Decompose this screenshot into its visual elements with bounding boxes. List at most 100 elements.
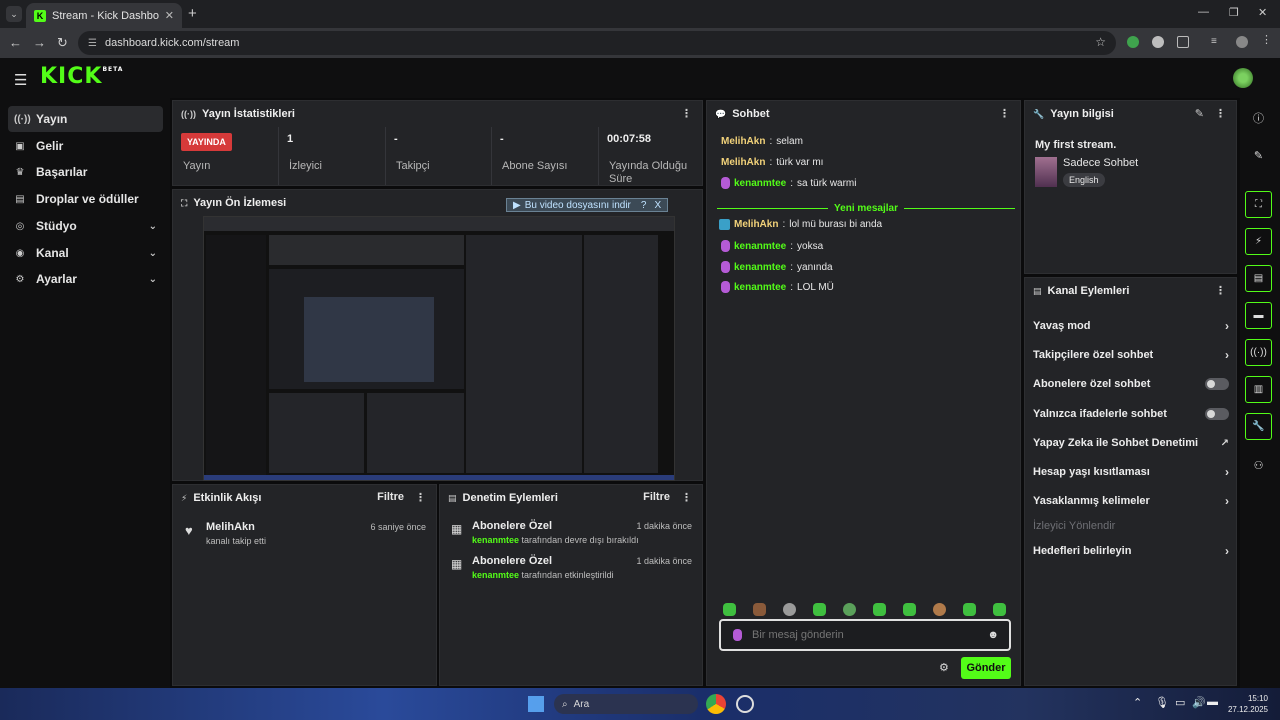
bookmark-star-icon[interactable]: ☆ bbox=[1095, 35, 1106, 49]
more-options-icon[interactable]: ⋮ bbox=[1215, 284, 1226, 297]
chat-username[interactable]: kenanmtee bbox=[734, 282, 786, 293]
taskbar-clock[interactable]: 15:10 27.12.2025 bbox=[1228, 693, 1268, 715]
chat-username[interactable]: MelihAkn bbox=[734, 219, 778, 230]
emote-icon[interactable] bbox=[873, 603, 886, 616]
sidebar-item-kanal[interactable]: ◉ Kanal ⌄ bbox=[8, 240, 163, 266]
sidebar-item-gelir[interactable]: ▣ Gelir bbox=[8, 133, 163, 159]
broadcast-button[interactable]: ((·)) bbox=[1245, 339, 1272, 366]
sidebar-item-studyo[interactable]: ◎ Stüdyo ⌄ bbox=[8, 213, 163, 239]
maximize-icon[interactable]: ❐ bbox=[1229, 6, 1239, 19]
more-options-icon[interactable]: ⋮ bbox=[681, 491, 692, 504]
extension-icon[interactable] bbox=[1127, 36, 1139, 48]
action-followers-only[interactable]: Takipçilere özel sohbet › bbox=[1033, 345, 1229, 365]
obs-icon[interactable] bbox=[736, 695, 754, 713]
chat-username[interactable]: kenanmtee bbox=[734, 241, 786, 252]
channel-actions-panel: ▤ Kanal Eylemleri ⋮ Yavaş mod › Takipçil… bbox=[1024, 277, 1237, 686]
channel-icon: ◉ bbox=[15, 247, 25, 259]
subscribers-only-toggle[interactable] bbox=[1205, 378, 1229, 390]
back-icon[interactable]: ← bbox=[9, 35, 22, 50]
emote-icon[interactable] bbox=[843, 603, 856, 616]
chat-username[interactable]: MelihAkn bbox=[721, 157, 765, 168]
emote-icon[interactable] bbox=[723, 603, 736, 616]
emote-only-toggle[interactable] bbox=[1205, 408, 1229, 420]
emote-icon[interactable] bbox=[933, 603, 946, 616]
chat-button[interactable]: ▬ bbox=[1245, 302, 1272, 329]
quick-actions-rail: ⓘ ✎ ⛶ ⚡ ▤ ▬ ((·)) ▥ 🔧 ⚇ bbox=[1240, 98, 1280, 688]
taskbar-search[interactable]: ⌕ Ara bbox=[554, 694, 698, 714]
chat-username[interactable]: MelihAkn bbox=[721, 136, 765, 147]
filter-button[interactable]: Filtre bbox=[377, 491, 404, 503]
send-button[interactable]: Gönder bbox=[961, 657, 1011, 679]
more-options-icon[interactable]: ⋮ bbox=[1215, 107, 1226, 120]
network-icon[interactable]: ▭ bbox=[1175, 696, 1185, 709]
emote-icon[interactable] bbox=[903, 603, 916, 616]
reload-icon[interactable]: ↻ bbox=[57, 35, 68, 51]
forward-icon[interactable]: → bbox=[33, 35, 46, 50]
action-banned-words[interactable]: Yasaklanmış kelimeler › bbox=[1033, 491, 1229, 511]
tab-search-icon[interactable]: ⌄ bbox=[6, 6, 22, 22]
kick-logo[interactable]: KICKBETA bbox=[40, 64, 123, 89]
profile-icon[interactable] bbox=[1236, 36, 1248, 48]
lightning-button[interactable]: ⚡ bbox=[1245, 228, 1272, 255]
gear-icon[interactable]: ⚙ bbox=[939, 661, 949, 674]
connections-icon[interactable]: ⚇ bbox=[1245, 455, 1272, 475]
emote-icon[interactable] bbox=[963, 603, 976, 616]
action-ai-moderation[interactable]: Yapay Zeka ile Sohbet Denetimi ↗ bbox=[1033, 433, 1229, 453]
chat-username[interactable]: kenanmtee bbox=[734, 262, 786, 273]
mic-icon[interactable]: 🎙 bbox=[1155, 696, 1169, 709]
more-options-icon[interactable]: ⋮ bbox=[415, 491, 426, 504]
chrome-icon[interactable] bbox=[706, 694, 726, 714]
sidebar-item-droplar[interactable]: ▤ Droplar ve ödüller bbox=[8, 186, 163, 212]
chat-input[interactable] bbox=[752, 629, 972, 641]
chat-username[interactable]: kenanmtee bbox=[734, 178, 786, 189]
filter-button[interactable]: Filtre bbox=[643, 491, 670, 503]
more-options-icon[interactable]: ⋮ bbox=[999, 107, 1010, 120]
layout-button[interactable]: ▥ bbox=[1245, 376, 1272, 403]
menu-icon[interactable]: ☰ bbox=[14, 71, 27, 89]
wrench-button[interactable]: 🔧 bbox=[1245, 413, 1272, 440]
new-tab-icon[interactable]: + bbox=[188, 5, 197, 22]
browser-menu-icon[interactable]: ⋮ bbox=[1261, 33, 1273, 46]
action-slow-mode[interactable]: Yavaş mod › bbox=[1033, 316, 1229, 336]
action-account-age[interactable]: Hesap yaşı kısıtlaması › bbox=[1033, 462, 1229, 482]
battery-icon[interactable]: ▬ bbox=[1207, 696, 1218, 708]
emote-icon[interactable] bbox=[993, 603, 1006, 616]
volume-icon[interactable]: 🔊 bbox=[1192, 696, 1206, 709]
emote-icon[interactable] bbox=[813, 603, 826, 616]
download-video-banner[interactable]: ▶ Bu video dosyasını indir ? X bbox=[506, 198, 669, 212]
emote-icon[interactable] bbox=[783, 603, 796, 616]
tab-close-icon[interactable]: ✕ bbox=[165, 9, 174, 22]
extensions-puzzle-icon[interactable] bbox=[1177, 36, 1189, 48]
browser-tab[interactable]: K Stream - Kick Dashboard ✕ bbox=[26, 3, 182, 28]
emote-icon[interactable] bbox=[753, 603, 766, 616]
camera-button[interactable]: ⛶ bbox=[1245, 191, 1272, 218]
edit-icon[interactable]: ✎ bbox=[1245, 145, 1272, 165]
edit-icon[interactable]: ✎ bbox=[1195, 107, 1204, 120]
document-button[interactable]: ▤ bbox=[1245, 265, 1272, 292]
site-info-icon[interactable]: ☰ bbox=[88, 38, 97, 49]
stream-preview-video[interactable] bbox=[203, 216, 675, 481]
sidebar-item-ayarlar[interactable]: ⚙ Ayarlar ⌄ bbox=[8, 266, 163, 292]
close-window-icon[interactable]: ✕ bbox=[1258, 6, 1267, 19]
wrench-icon: 🔧 bbox=[1252, 421, 1265, 432]
help-icon[interactable]: ? bbox=[641, 200, 647, 211]
close-icon[interactable]: X bbox=[654, 200, 661, 211]
tray-chevron-icon[interactable]: ⌃ bbox=[1133, 696, 1142, 709]
moderation-time: 1 dakika önce bbox=[636, 556, 692, 566]
emoji-icon[interactable]: ☻ bbox=[987, 629, 999, 641]
info-icon[interactable]: ⓘ bbox=[1245, 108, 1272, 128]
moderation-panel: ▤ Denetim Eylemleri Filtre ⋮ ▦ Abonelere… bbox=[439, 484, 703, 686]
reading-list-icon[interactable]: ≡ bbox=[1211, 36, 1223, 48]
taskbar-search-label: Ara bbox=[573, 698, 590, 710]
sidebar-item-yayin[interactable]: ((·)) Yayın bbox=[8, 106, 163, 132]
moderation-user: kenanmtee bbox=[472, 535, 520, 545]
extension-icon[interactable] bbox=[1152, 36, 1164, 48]
chat-message-field[interactable]: ☻ bbox=[719, 619, 1011, 651]
more-options-icon[interactable]: ⋮ bbox=[681, 107, 692, 120]
minimize-icon[interactable]: — bbox=[1198, 6, 1209, 18]
avatar[interactable] bbox=[1233, 68, 1253, 88]
action-set-goals[interactable]: Hedefleri belirleyin › bbox=[1033, 541, 1229, 561]
start-icon[interactable] bbox=[528, 696, 544, 712]
sidebar-item-basarilar[interactable]: ♛ Başarılar bbox=[8, 159, 163, 185]
address-bar[interactable]: ☰ dashboard.kick.com/stream ☆ bbox=[78, 31, 1116, 55]
